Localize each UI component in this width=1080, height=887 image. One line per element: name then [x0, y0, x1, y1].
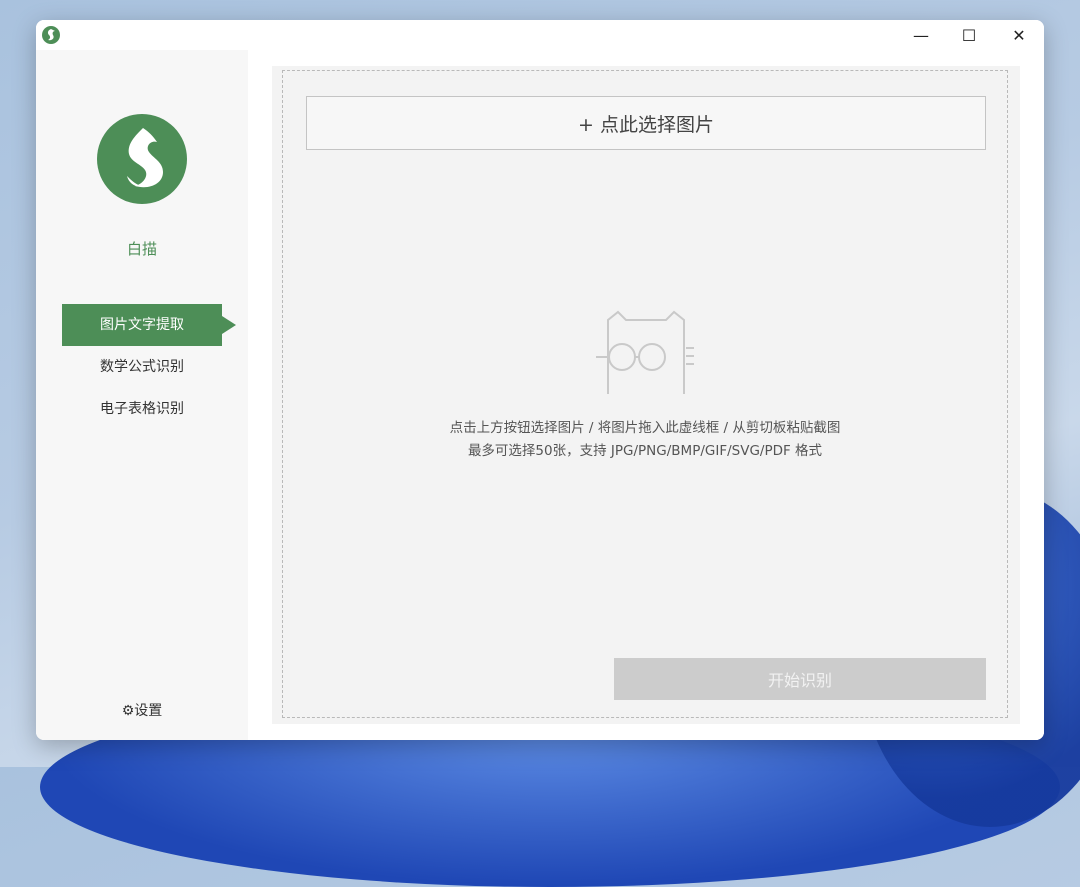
- minimize-button[interactable]: —: [898, 20, 944, 50]
- app-logo-icon: [97, 114, 187, 204]
- sidebar-item-spreadsheet[interactable]: 电子表格识别: [62, 388, 222, 430]
- hint-text-line-1: 点击上方按钮选择图片 / 将图片拖入此虚线框 / 从剪切板粘贴截图: [449, 420, 841, 436]
- sidebar: 白描 图片文字提取 数学公式识别 电子表格识别 ⚙设置: [36, 50, 248, 740]
- app-name: 白描: [126, 240, 157, 258]
- select-image-button[interactable]: + 点此选择图片: [306, 96, 986, 150]
- title-bar: — ☐ ✕: [36, 20, 1044, 50]
- main-content: + 点此选择图片 点击上方按钮选择图片 / 将图片拖入此虚线框 / 从剪切板粘贴…: [248, 50, 1044, 740]
- app-icon: [42, 26, 60, 44]
- maximize-button[interactable]: ☐: [946, 20, 992, 50]
- app-window: — ☐ ✕ 白描 图片文字提取 数学公式识别 电子表格识别 ⚙设置 + 点此选择…: [36, 20, 1044, 740]
- start-recognition-button[interactable]: 开始识别: [614, 658, 986, 700]
- close-button[interactable]: ✕: [996, 20, 1042, 50]
- sidebar-item-image-text[interactable]: 图片文字提取: [62, 304, 236, 346]
- settings-button[interactable]: ⚙设置: [36, 700, 248, 720]
- sidebar-item-math-formula[interactable]: 数学公式识别: [62, 346, 222, 388]
- cat-with-glasses-icon: [596, 310, 696, 400]
- hint-text-line-2: 最多可选择50张，支持 JPG/PNG/BMP/GIF/SVG/PDF 格式: [467, 443, 823, 459]
